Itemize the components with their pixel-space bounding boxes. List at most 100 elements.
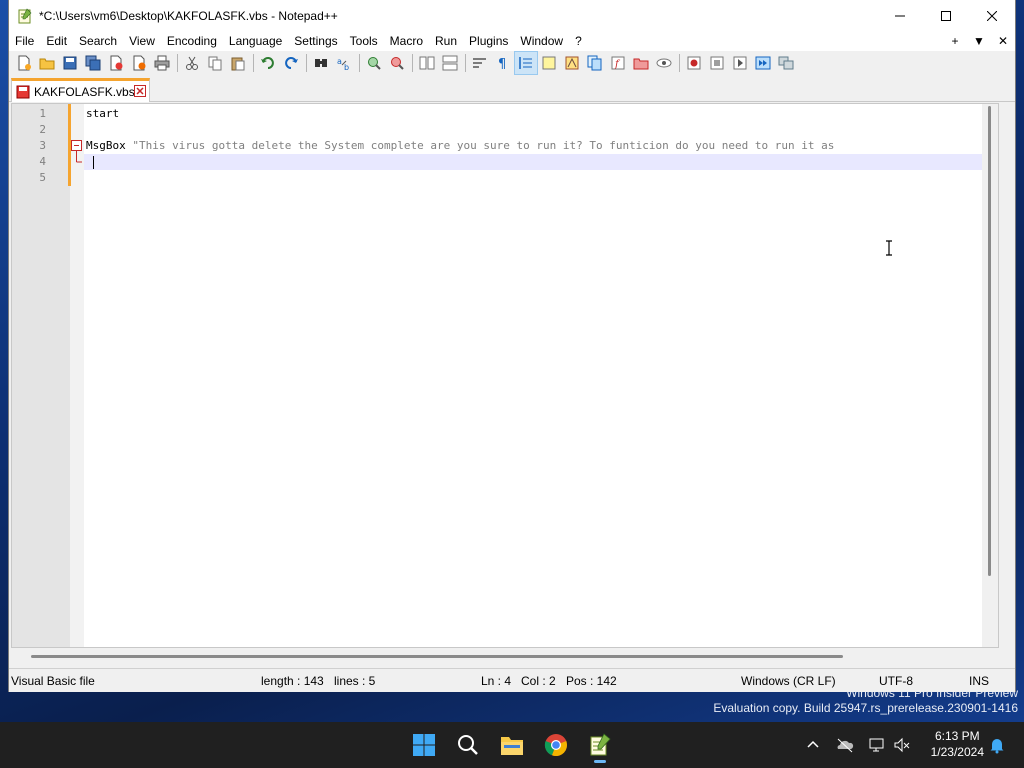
line-number: 2 (39, 123, 46, 136)
open-file-button[interactable] (36, 52, 58, 74)
save-button[interactable] (59, 52, 81, 74)
taskbar-search-button[interactable] (452, 729, 484, 761)
menu-search[interactable]: Search (73, 31, 123, 51)
text-caret (93, 156, 94, 169)
menu-plugins[interactable]: Plugins (463, 31, 514, 51)
menu-help[interactable]: ? (569, 31, 588, 51)
tab-kakfolasfk-vbs[interactable]: KAKFOLASFK.vbs (11, 78, 150, 102)
document-map-icon (565, 56, 579, 70)
new-tab-button[interactable]: + (943, 34, 967, 48)
close-icon (987, 10, 997, 21)
vertical-scroll-thumb[interactable] (988, 106, 991, 576)
menu-view[interactable]: View (123, 31, 161, 51)
menu-macro[interactable]: Macro (384, 31, 429, 51)
function-list-button[interactable]: f (607, 52, 629, 74)
cut-button[interactable] (181, 52, 203, 74)
print-icon (154, 55, 170, 71)
tab-list-dropdown[interactable]: ▼ (967, 34, 991, 48)
onedrive-off-icon[interactable] (836, 736, 854, 754)
replace-button[interactable]: ab (333, 52, 355, 74)
save-macro-button[interactable] (775, 52, 797, 74)
maximize-button[interactable] (923, 0, 969, 31)
menu-encoding[interactable]: Encoding (161, 31, 223, 51)
find-button[interactable] (310, 52, 332, 74)
menu-edit[interactable]: Edit (40, 31, 73, 51)
paste-button[interactable] (227, 52, 249, 74)
document-map-button[interactable] (561, 52, 583, 74)
save-all-icon (85, 55, 101, 71)
menu-run[interactable]: Run (429, 31, 463, 51)
close-window-button[interactable] (969, 0, 1015, 31)
close-file-button[interactable] (105, 52, 127, 74)
menu-tools[interactable]: Tools (344, 31, 384, 51)
monitoring-button[interactable] (653, 52, 675, 74)
sync-vertical-button[interactable] (416, 52, 438, 74)
document-list-button[interactable] (584, 52, 606, 74)
menu-file[interactable]: File (9, 31, 40, 51)
notification-bell-icon[interactable] (988, 736, 1006, 754)
status-insert-mode[interactable]: INS (969, 674, 989, 688)
new-file-button[interactable] (13, 52, 35, 74)
play-macro-button[interactable] (729, 52, 751, 74)
menu-settings[interactable]: Settings (288, 31, 343, 51)
copy-icon (208, 56, 222, 71)
paste-icon (231, 57, 245, 71)
tab-close-icon[interactable] (134, 85, 146, 97)
save-icon (63, 56, 77, 70)
run-macro-multiple-button[interactable] (752, 52, 774, 74)
network-icon[interactable] (868, 736, 886, 754)
new-file-icon (18, 55, 31, 71)
status-lines: lines : 5 (334, 674, 376, 688)
line-number: 1 (39, 107, 46, 120)
save-all-button[interactable] (82, 52, 104, 74)
close-all-button[interactable] (128, 52, 150, 74)
zoom-out-button[interactable] (386, 52, 408, 74)
toolbar-separator (679, 54, 680, 72)
code-editor[interactable]: 1 2 3 4 5 start MsgBox "This virus gotta… (11, 103, 999, 648)
horizontal-scrollbar[interactable] (11, 648, 999, 664)
search-icon (458, 735, 478, 755)
unsaved-file-icon (16, 85, 30, 98)
eye-icon (656, 58, 672, 68)
horizontal-scroll-thumb[interactable] (31, 655, 843, 658)
title-bar[interactable]: *C:\Users\vm6\Desktop\KAKFOLASFK.vbs - N… (9, 0, 1015, 31)
status-bar: Visual Basic file length : 143 lines : 5… (9, 668, 1015, 692)
code-line-3: MsgBox "This virus gotta delete the Syst… (86, 138, 834, 154)
menu-window[interactable]: Window (514, 31, 569, 51)
minimize-button[interactable] (877, 0, 923, 31)
fold-margin[interactable] (70, 104, 84, 647)
start-button[interactable] (408, 729, 440, 761)
chevron-up-icon[interactable] (804, 736, 822, 754)
define-language-button[interactable] (538, 52, 560, 74)
sync-horizontal-button[interactable] (439, 52, 461, 74)
volume-muted-icon[interactable] (893, 736, 911, 754)
record-macro-button[interactable] (683, 52, 705, 74)
zoom-in-button[interactable] (363, 52, 385, 74)
status-encoding[interactable]: UTF-8 (879, 674, 913, 688)
folder-workspace-button[interactable] (630, 52, 652, 74)
taskbar-notepadpp[interactable] (584, 729, 616, 763)
status-eol[interactable]: Windows (CR LF) (741, 674, 836, 688)
word-wrap-button[interactable] (469, 52, 491, 74)
undo-icon (261, 57, 274, 69)
close-document-button[interactable]: ✕ (991, 34, 1015, 48)
menu-language[interactable]: Language (223, 31, 288, 51)
stop-recording-button[interactable] (706, 52, 728, 74)
redo-button[interactable] (280, 52, 302, 74)
window-controls (877, 0, 1015, 31)
copy-button[interactable] (204, 52, 226, 74)
fold-collapse-icon[interactable] (71, 140, 83, 170)
show-all-chars-button[interactable]: ¶ (492, 52, 514, 74)
line-number: 5 (39, 171, 46, 184)
taskbar-file-explorer[interactable] (496, 729, 528, 761)
taskbar-clock[interactable]: 6:13 PM 1/23/2024 (931, 728, 984, 760)
vertical-scrollbar[interactable] (982, 104, 998, 647)
code-line-1: start (86, 106, 119, 122)
undo-button[interactable] (257, 52, 279, 74)
print-button[interactable] (151, 52, 173, 74)
toolbar-separator (465, 54, 466, 72)
indent-guide-button[interactable] (514, 51, 538, 75)
zoom-out-icon (391, 57, 404, 70)
find-icon (315, 59, 327, 67)
taskbar-chrome[interactable] (540, 729, 572, 761)
